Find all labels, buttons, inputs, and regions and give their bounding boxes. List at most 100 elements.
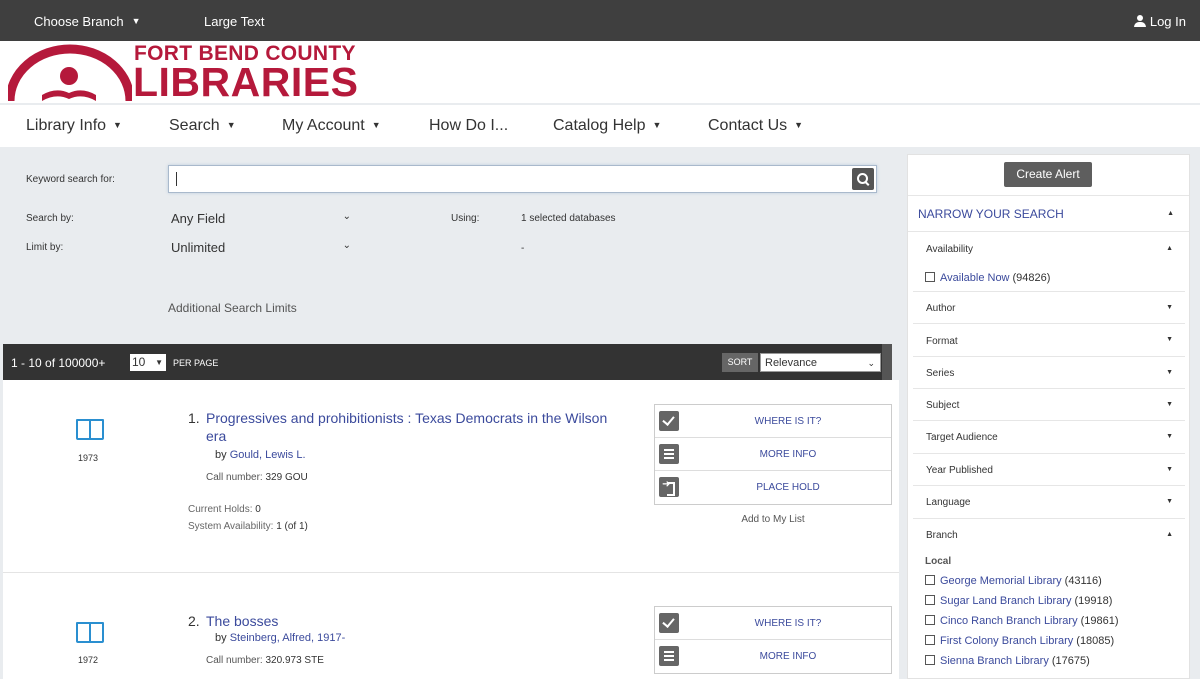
result-number: 1. [188,410,200,426]
author-link[interactable]: Steinberg, Alfred, 1917- [230,632,346,644]
holds-value: 0 [255,504,261,515]
by-label: by [215,449,227,461]
call-number: Call number: 329 GOU [206,472,308,483]
where-is-it-button[interactable]: WHERE IS IT? [655,607,891,640]
option-count: (19861) [1080,615,1119,627]
chevron-down-icon: ⌄ [342,211,351,222]
logo-header: FORT BEND COUNTY LIBRARIES [0,41,1200,105]
nav-contact-us[interactable]: Contact Us ▼ [708,117,803,135]
logo-text-line2: LIBRARIES [133,59,359,105]
option-label[interactable]: First Colony Branch Library [940,635,1073,647]
nav-my-account[interactable]: My Account ▼ [282,117,381,135]
availability-option[interactable]: Available Now (94826) [925,272,1050,284]
checkbox[interactable] [925,635,935,645]
nav-how-do-i[interactable]: How Do I... [429,117,508,135]
result-title[interactable]: Progressives and prohibitionists : Texas… [206,409,616,445]
call-number-value: 329 GOU [265,472,308,483]
option-label[interactable]: Cinco Ranch Branch Library [940,615,1078,627]
login-label: Log In [1149,14,1186,29]
where-is-it-button[interactable]: WHERE IS IT? [655,405,891,438]
facet-label: Year Published [926,465,993,476]
facet-subject[interactable]: Subject ▼ [913,389,1185,421]
branch-option[interactable]: Sienna Branch Library (17675) [925,655,1090,667]
result-title[interactable]: The bosses [206,612,616,630]
nav-label: Library Info [26,117,107,134]
login-link[interactable]: Log In [1133,14,1186,29]
sort-select[interactable]: Relevance ⌄ [760,353,881,372]
large-text-link[interactable]: Large Text [204,14,264,29]
option-count: (17675) [1051,655,1090,667]
nav-label: How Do I... [429,117,509,134]
option-label[interactable]: George Memorial Library [940,575,1062,587]
check-icon [659,613,679,633]
checkbox[interactable] [925,272,935,282]
option-label[interactable]: Sugar Land Branch Library [940,595,1071,607]
facet-branch[interactable]: Branch ▲ [913,519,1185,549]
branch-option[interactable]: Cinco Ranch Branch Library (19861) [925,615,1119,627]
facet-target-audience[interactable]: Target Audience ▼ [913,421,1185,454]
nav-label: My Account [282,117,365,134]
caret-down-icon: ▼ [652,120,662,130]
option-count: (43116) [1064,575,1102,587]
keyword-search-box [168,165,877,193]
nav-catalog-help[interactable]: Catalog Help ▼ [553,117,661,135]
sort-value: Relevance [765,357,817,369]
top-bar: Choose Branch ▼ Large Text Log In [0,0,1200,41]
place-hold-button[interactable]: PLACE HOLD [655,471,891,504]
search-by-select[interactable]: Any Field ⌄ [171,211,351,226]
facet-year-published[interactable]: Year Published ▼ [913,454,1185,486]
facet-language[interactable]: Language ▼ [913,486,1185,519]
call-number-label: Call number: [206,655,263,666]
facet-format[interactable]: Format ▼ [913,324,1185,357]
availability-label: System Availability: [188,521,274,532]
per-page-select[interactable]: 10 ▼ [130,354,166,371]
checkbox[interactable] [925,595,935,605]
result-number: 2. [188,613,200,629]
branch-option[interactable]: Sugar Land Branch Library (19918) [925,595,1112,607]
nav-label: Contact Us [708,117,788,134]
action-label: MORE INFO [759,449,817,460]
choose-branch-menu[interactable]: Choose Branch ▼ [34,14,141,29]
search-button[interactable] [852,168,874,190]
login-arrow-icon [659,477,679,497]
author-link[interactable]: Gould, Lewis L. [230,449,306,461]
keyword-search-input[interactable] [169,166,839,192]
facet-label: Format [926,336,958,347]
option-count: (94826) [1012,272,1051,284]
option-label[interactable]: Available Now [940,272,1010,284]
more-info-button[interactable]: MORE INFO [655,438,891,471]
result-item: 1973 1. Progressives and prohibitionists… [3,380,899,572]
availability-value: 1 (of 1) [276,521,308,532]
narrow-search-header[interactable]: NARROW YOUR SEARCH ▲ [908,195,1189,232]
facet-series[interactable]: Series ▼ [913,357,1185,389]
more-info-button[interactable]: MORE INFO [655,640,891,673]
nav-search[interactable]: Search ▼ [169,117,236,135]
library-logo-icon[interactable] [8,43,132,103]
facet-label: Author [926,303,956,314]
per-page-value: 10 [132,355,146,369]
additional-search-limits-link[interactable]: Additional Search Limits [168,301,297,315]
caret-down-icon: ▼ [113,120,122,130]
chevron-down-icon: ⌄ [867,358,875,368]
using-label: Using: [451,213,480,224]
nav-library-info[interactable]: Library Info ▼ [26,117,122,135]
caret-down-icon: ▼ [371,120,381,130]
limit-by-value: Unlimited [171,240,226,255]
caret-up-icon: ▲ [1166,531,1173,538]
limit-by-select[interactable]: Unlimited ⌄ [171,240,351,255]
facet-author[interactable]: Author ▼ [913,292,1185,324]
checkbox[interactable] [925,655,935,665]
local-branches-heading: Local [925,556,952,567]
checkbox[interactable] [925,575,935,585]
option-count: (19918) [1074,595,1113,607]
limit-extra: - [521,243,525,254]
book-icon[interactable] [76,419,104,440]
book-icon[interactable] [76,622,104,643]
create-alert-button[interactable]: Create Alert [1004,162,1092,187]
option-label[interactable]: Sienna Branch Library [940,655,1049,667]
checkbox[interactable] [925,615,935,625]
branch-option[interactable]: George Memorial Library (43116) [925,575,1102,587]
branch-option[interactable]: First Colony Branch Library (18085) [925,635,1114,647]
scrollbar[interactable] [882,344,892,380]
add-to-my-list-link[interactable]: Add to My List [654,514,892,525]
